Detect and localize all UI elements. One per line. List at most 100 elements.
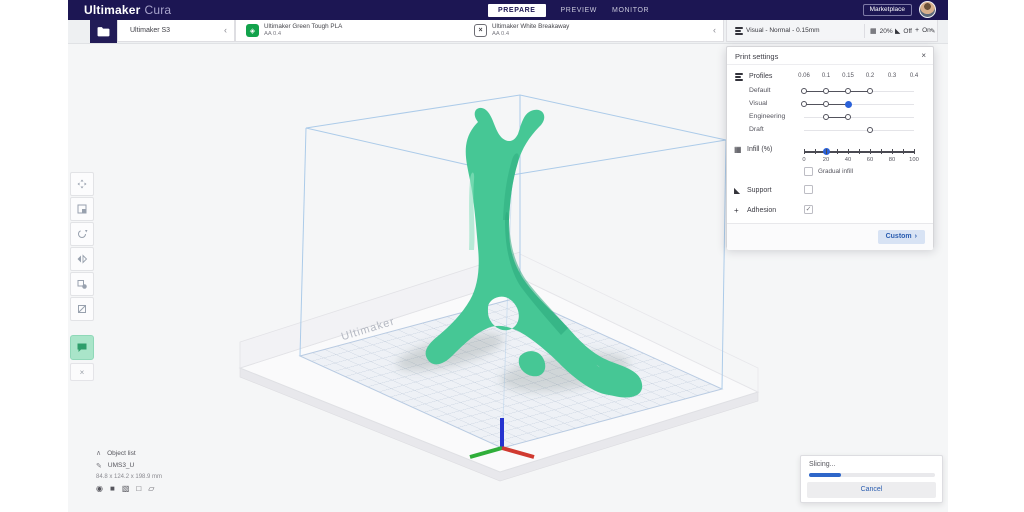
logo-cura: Cura xyxy=(145,3,172,17)
infill-tick xyxy=(804,149,805,154)
profile-dot[interactable] xyxy=(801,101,807,107)
row-label: Draft xyxy=(749,126,764,133)
profile-dot[interactable] xyxy=(845,114,851,120)
col-label: 0.15 xyxy=(842,73,854,79)
per-model-settings-button[interactable] xyxy=(70,272,94,296)
mirror-tool-button[interactable] xyxy=(70,247,94,271)
support-option: ◣ Support xyxy=(727,184,933,197)
profile-dot[interactable] xyxy=(845,88,851,94)
support-icon: ◣ xyxy=(895,27,900,35)
profile-row-default[interactable]: Default xyxy=(727,84,933,97)
print-settings-panel: Print settings × Profiles 0.06 0.1 0.15 … xyxy=(726,46,934,248)
gradual-infill-label: Gradual infill xyxy=(818,168,853,175)
chevron-left-icon: ‹ xyxy=(224,25,227,35)
view-options: ◉ ■ ▧ □ ▱ xyxy=(96,484,162,493)
support-blocker-icon xyxy=(76,303,88,315)
extruder-2-config[interactable]: × Ultimaker White Breakaway AA 0.4 xyxy=(474,23,569,38)
profile-row-engineering[interactable]: Engineering xyxy=(727,110,933,123)
material-selector[interactable]: ◈ Ultimaker Green Tough PLA AA 0.4 × Ult… xyxy=(235,20,724,42)
profile-dot[interactable] xyxy=(845,101,852,108)
folder-icon xyxy=(97,26,110,37)
adhesion-option: + Adhesion ✓ xyxy=(727,204,933,217)
move-tool-button[interactable] xyxy=(70,172,94,196)
scale-tool-button[interactable] xyxy=(70,197,94,221)
print-settings-summary[interactable]: Visual - Normal - 0.15mm ▦ 20% ◣ Off + O… xyxy=(726,20,938,42)
profile-dot[interactable] xyxy=(823,101,829,107)
extruder-1-config[interactable]: ◈ Ultimaker Green Tough PLA AA 0.4 xyxy=(246,23,342,38)
mirror-icon xyxy=(76,253,88,265)
infill-icon: ▦ xyxy=(734,145,742,154)
object-list: ∧ Object list ✎ UMS3_U 84.8 x 124.2 x 19… xyxy=(96,449,162,493)
adhesion-summary: + On xyxy=(915,27,931,34)
hatched-cube-icon[interactable]: ▧ xyxy=(122,484,130,493)
infill-tick xyxy=(826,149,827,154)
profile-row-visual[interactable]: Visual xyxy=(727,97,933,110)
adhesion-label: Adhesion xyxy=(747,207,776,214)
move-icon xyxy=(76,178,88,190)
outline-cube-icon[interactable]: □ xyxy=(136,484,141,493)
rotate-icon xyxy=(76,228,88,240)
gradual-infill-checkbox[interactable] xyxy=(804,167,813,176)
slider-track xyxy=(804,117,914,118)
marketplace-button[interactable]: Marketplace xyxy=(863,4,912,16)
infill-tick xyxy=(859,149,860,154)
close-icon: × xyxy=(80,368,85,377)
infill-tick xyxy=(881,149,882,154)
object-list-label: Object list xyxy=(107,450,136,457)
rotate-tool-button[interactable] xyxy=(70,222,94,246)
tab-prepare[interactable]: PREPARE xyxy=(488,4,546,17)
custom-settings-button[interactable]: Custom› xyxy=(878,230,925,244)
slider-track xyxy=(804,130,914,131)
close-icon[interactable]: × xyxy=(921,51,926,60)
skewed-cube-icon[interactable]: ▱ xyxy=(148,484,154,493)
slicing-progress-card: Slicing... Cancel xyxy=(800,455,943,503)
gradual-infill-option: Gradual infill xyxy=(804,167,853,176)
infill-summary: ▦ 20% xyxy=(870,27,893,35)
col-label: 0.4 xyxy=(910,73,918,79)
solid-view-icon[interactable]: ■ xyxy=(110,484,115,493)
open-file-button[interactable] xyxy=(90,20,117,43)
scale-icon xyxy=(76,203,88,215)
profile-dot[interactable] xyxy=(823,114,829,120)
printer-selector[interactable]: Ultimaker S3 ‹ xyxy=(117,20,235,42)
infill-tick xyxy=(870,149,871,154)
edit-settings-icon[interactable]: ✎ xyxy=(930,27,935,35)
extruder-1-material: Ultimaker Green Tough PLA xyxy=(264,23,342,31)
col-label: 0.3 xyxy=(888,73,896,79)
per-model-settings-icon xyxy=(76,278,88,290)
col-label: 0.2 xyxy=(866,73,874,79)
row-label: Engineering xyxy=(749,113,785,120)
infill-icon: ▦ xyxy=(870,27,877,35)
globe-view-icon[interactable]: ◉ xyxy=(96,484,103,493)
extruder-2-material: Ultimaker White Breakaway xyxy=(492,23,569,31)
cura-window: Ultimaker xyxy=(68,0,948,512)
profile-dot[interactable] xyxy=(823,88,829,94)
object-list-toggle[interactable]: ∧ Object list xyxy=(96,449,162,457)
profile-dot[interactable] xyxy=(867,88,873,94)
tab-preview[interactable]: PREVIEW xyxy=(561,7,597,14)
adhesion-checkbox[interactable]: ✓ xyxy=(804,205,813,214)
profiles-label: Profiles xyxy=(749,73,772,80)
tick-label: 40 xyxy=(845,157,851,163)
infill-section: ▦ Infill (%) 0 20 40 60 80 100 Gradual i… xyxy=(727,142,933,178)
tab-monitor[interactable]: MONITOR xyxy=(612,7,649,14)
cancel-slicing-button[interactable]: Cancel xyxy=(807,482,936,498)
extruder-2-core: AA 0.4 xyxy=(492,31,569,38)
profile-dot[interactable] xyxy=(867,127,873,133)
tick-label: 0 xyxy=(802,157,805,163)
support-checkbox[interactable] xyxy=(804,185,813,194)
row-label: Default xyxy=(749,87,771,94)
object-name-row[interactable]: ✎ UMS3_U xyxy=(96,462,162,470)
account-avatar[interactable] xyxy=(919,1,936,18)
chat-widget-button[interactable] xyxy=(70,335,94,360)
col-label: 0.1 xyxy=(822,73,830,79)
profiles-header: Profiles 0.06 0.1 0.15 0.2 0.3 0.4 xyxy=(727,71,933,81)
support-blocker-button[interactable] xyxy=(70,297,94,321)
support-icon: ◣ xyxy=(734,186,740,195)
profile-dot[interactable] xyxy=(801,88,807,94)
tick-label: 100 xyxy=(909,157,919,163)
slider-range xyxy=(804,91,870,93)
slicing-progress-fill xyxy=(809,473,841,477)
profile-row-draft[interactable]: Draft xyxy=(727,123,933,136)
chat-dismiss-button[interactable]: × xyxy=(70,363,94,381)
